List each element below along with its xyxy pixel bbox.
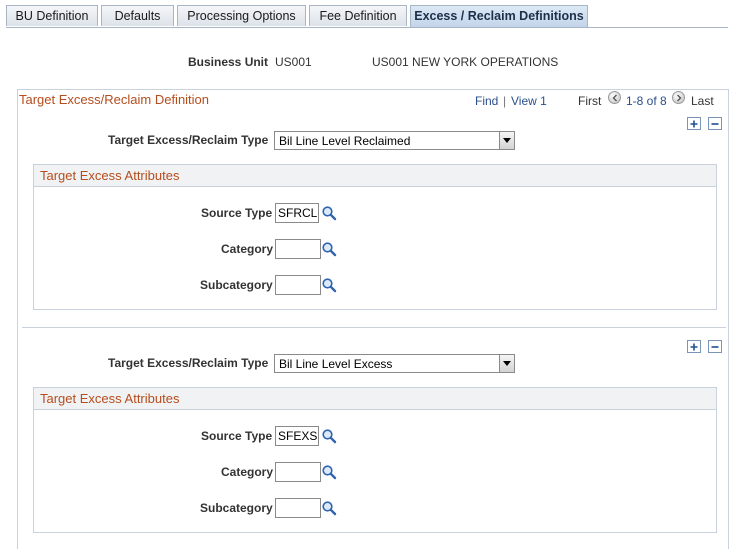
target-type-value: Bil Line Level Reclaimed <box>279 134 411 148</box>
tab-processing-options[interactable]: Processing Options <box>177 5 306 26</box>
tab-excess-reclaim-definitions[interactable]: Excess / Reclaim Definitions <box>410 5 588 27</box>
target-type-value: Bil Line Level Excess <box>279 357 393 371</box>
target-excess-attributes-group: Target Excess Attributes Source Type SFE… <box>33 387 717 533</box>
tab-bu-definition[interactable]: BU Definition <box>6 5 98 26</box>
target-excess-reclaim-scroll-area: Target Excess/Reclaim Definition Find | … <box>17 89 729 549</box>
next-row-button[interactable] <box>672 91 685 104</box>
first-label[interactable]: First <box>578 94 601 108</box>
chevron-down-icon <box>503 138 511 143</box>
target-type-label: Target Excess/Reclaim Type <box>108 133 269 147</box>
tab-fee-definition[interactable]: Fee Definition <box>309 5 407 26</box>
business-unit-code: US001 <box>275 55 312 69</box>
minus-icon <box>711 123 719 125</box>
group-title: Target Excess Attributes <box>40 168 180 183</box>
chevron-right-icon <box>677 94 682 102</box>
subcategory-lookup-icon[interactable] <box>321 500 337 516</box>
tab-defaults[interactable]: Defaults <box>101 5 174 26</box>
group-header: Target Excess Attributes <box>34 165 716 187</box>
target-type-select[interactable]: Bil Line Level Reclaimed <box>274 131 515 150</box>
source-type-lookup-icon[interactable] <box>321 205 337 221</box>
chevron-down-icon <box>503 361 511 366</box>
source-type-input[interactable]: SFEXS <box>275 426 319 446</box>
last-label[interactable]: Last <box>691 94 714 108</box>
group-title: Target Excess Attributes <box>40 391 180 406</box>
minus-icon <box>711 346 719 348</box>
source-type-label: Source Type <box>201 429 273 443</box>
delete-row-button[interactable] <box>708 340 722 353</box>
subcategory-label: Subcategory <box>200 278 273 292</box>
tab-divider <box>6 27 728 28</box>
subcategory-label: Subcategory <box>200 501 273 515</box>
category-lookup-icon[interactable] <box>321 241 337 257</box>
row-divider <box>22 327 726 328</box>
target-type-select[interactable]: Bil Line Level Excess <box>274 354 515 373</box>
category-label: Category <box>221 242 274 256</box>
source-type-lookup-icon[interactable] <box>321 428 337 444</box>
find-link[interactable]: Find <box>475 94 498 108</box>
group-header: Target Excess Attributes <box>34 388 716 410</box>
source-type-label: Source Type <box>201 206 273 220</box>
delete-row-button[interactable] <box>708 117 722 130</box>
business-unit-label: Business Unit <box>188 55 269 69</box>
category-input[interactable] <box>275 239 321 259</box>
subcategory-lookup-icon[interactable] <box>321 277 337 293</box>
business-unit-description: US001 NEW YORK OPERATIONS <box>372 55 559 69</box>
category-input[interactable] <box>275 462 321 482</box>
target-type-label: Target Excess/Reclaim Type <box>108 356 269 370</box>
add-row-button[interactable] <box>687 117 701 130</box>
dropdown-button[interactable] <box>499 132 514 149</box>
subcategory-input[interactable] <box>275 498 321 518</box>
category-label: Category <box>221 465 274 479</box>
category-lookup-icon[interactable] <box>321 464 337 480</box>
source-type-input[interactable]: SFRCL <box>275 203 319 223</box>
target-excess-attributes-group: Target Excess Attributes Source Type SFR… <box>33 164 717 310</box>
dropdown-button[interactable] <box>499 355 514 372</box>
plus-icon <box>690 120 698 128</box>
chevron-left-icon <box>612 94 617 102</box>
previous-row-button[interactable] <box>608 91 621 104</box>
plus-icon <box>690 343 698 351</box>
view-all-link[interactable]: View 1 <box>511 94 547 108</box>
add-row-button[interactable] <box>687 340 701 353</box>
subcategory-input[interactable] <box>275 275 321 295</box>
nav-separator: | <box>503 94 507 108</box>
scroll-area-title: Target Excess/Reclaim Definition <box>19 92 210 107</box>
row-range-indicator: 1-8 of 8 <box>626 94 667 108</box>
